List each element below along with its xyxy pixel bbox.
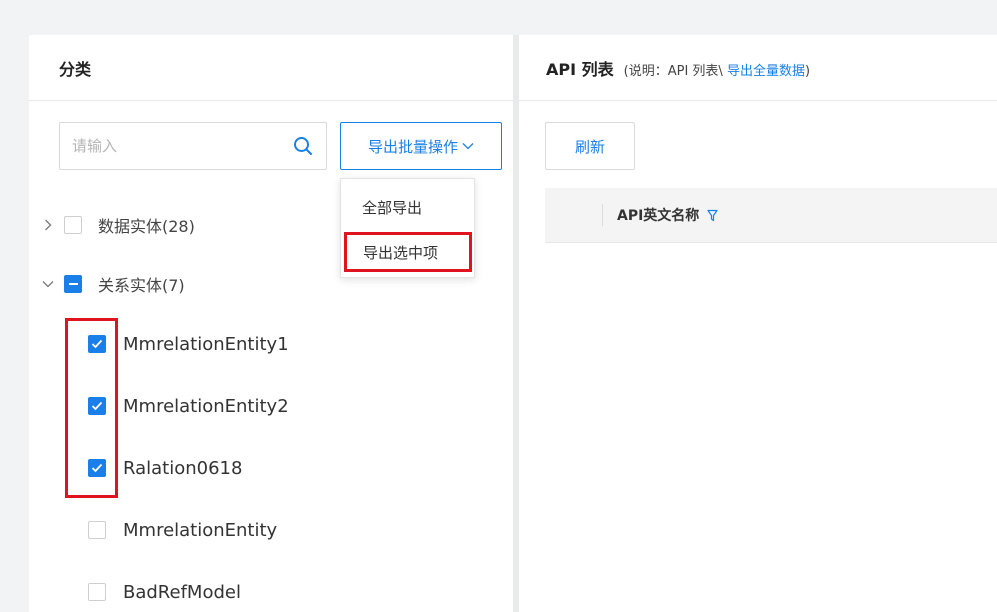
checkbox-unchecked[interactable]	[88, 521, 106, 539]
filter-icon[interactable]	[707, 209, 718, 222]
column-header-label: API英文名称	[617, 208, 700, 224]
tree-item-label: MmrelationEntity2	[123, 395, 289, 417]
api-list-title: API 列表	[546, 59, 614, 79]
annotation-highlight-box	[65, 318, 118, 498]
refresh-button[interactable]: 刷新	[545, 122, 635, 170]
column-separator	[602, 204, 603, 226]
tree-item-label: MmrelationEntity	[123, 519, 278, 541]
export-all-item[interactable]: 全部导出	[341, 187, 474, 227]
category-title: 分类	[59, 59, 92, 79]
tree-item[interactable]: MmrelationEntity	[88, 517, 277, 543]
tree-group-label: 数据实体(28)	[98, 217, 195, 236]
export-all-data-link[interactable]: 导出全量数据	[727, 64, 805, 79]
api-list-description: (说明：API 列表\ 导出全量数据)	[624, 60, 810, 79]
checkbox-unchecked[interactable]	[88, 583, 106, 601]
category-panel-header: 分类	[29, 35, 513, 101]
batch-export-dropdown: 全部导出 导出选中项	[340, 178, 475, 278]
tree-item[interactable]: MmrelationEntity2	[88, 393, 289, 419]
tree-item-label: BadRefModel	[123, 581, 241, 603]
api-list-panel: API 列表 (说明：API 列表\ 导出全量数据) 刷新 API英文名称	[519, 35, 997, 612]
api-list-header: API 列表 (说明：API 列表\ 导出全量数据)	[519, 35, 997, 101]
table-header: API英文名称	[545, 188, 997, 243]
description-suffix: )	[804, 63, 811, 79]
checkbox-partial[interactable]	[64, 275, 82, 293]
tree-item-label: Ralation0618	[123, 457, 243, 479]
chevron-down-icon[interactable]	[40, 280, 56, 288]
description-prefix: (说明：API 列表\	[623, 63, 727, 79]
tree-item[interactable]: BadRefModel	[88, 579, 241, 605]
batch-export-button[interactable]: 导出批量操作	[340, 122, 502, 170]
batch-export-label: 导出批量操作	[367, 137, 458, 156]
tree-group-label: 关系实体(7)	[98, 276, 185, 295]
chevron-right-icon[interactable]	[40, 219, 56, 231]
search-box[interactable]	[59, 122, 327, 170]
tree-group-data-entity[interactable]: 数据实体(28)	[40, 212, 195, 238]
category-panel: 分类 导出批量操作 全部导出 导出选中项 数据实体(28) 关系实体	[29, 35, 513, 612]
export-selected-item[interactable]: 导出选中项	[344, 232, 472, 272]
column-header-api-name[interactable]: API英文名称	[617, 205, 718, 225]
search-icon[interactable]	[292, 135, 314, 157]
tree-item[interactable]: MmrelationEntity1	[88, 331, 289, 357]
tree-group-relation-entity[interactable]: 关系实体(7)	[40, 271, 185, 297]
tree-item-label: MmrelationEntity1	[123, 333, 289, 355]
checkbox-unchecked[interactable]	[64, 216, 82, 234]
search-input[interactable]	[72, 137, 272, 155]
chevron-down-icon	[462, 143, 474, 150]
